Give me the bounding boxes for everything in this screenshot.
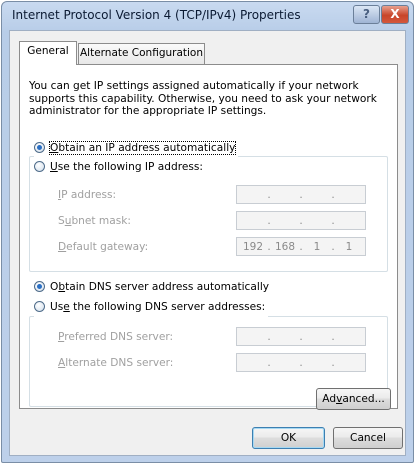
- radio-unselected-icon[interactable]: [34, 301, 45, 312]
- subnet-mask-label: Subnet mask:: [58, 215, 131, 227]
- obtain-dns-auto-radio[interactable]: Obtain DNS server address automatically: [34, 281, 273, 297]
- radio-selected-icon[interactable]: [34, 281, 45, 292]
- cancel-button[interactable]: Cancel: [333, 427, 403, 449]
- default-gateway-input[interactable]: 192. 168. 1. 1: [236, 237, 366, 256]
- dialog-content: General Alternate Configuration You can …: [9, 30, 406, 456]
- preferred-dns-label: Preferred DNS server:: [58, 331, 174, 343]
- general-panel: You can get IP settings assigned automat…: [19, 64, 398, 410]
- title-bar[interactable]: Internet Protocol Version 4 (TCP/IPv4) P…: [2, 2, 413, 30]
- close-button[interactable]: X: [381, 5, 409, 24]
- ok-button[interactable]: OK: [252, 427, 325, 449]
- advanced-button[interactable]: Advanced...: [316, 388, 391, 410]
- radio-unselected-icon[interactable]: [34, 161, 45, 172]
- radio-selected-icon[interactable]: [34, 142, 45, 153]
- subnet-mask-input[interactable]: ...: [236, 211, 366, 230]
- tab-general[interactable]: General: [19, 41, 77, 65]
- obtain-ip-auto-radio[interactable]: Obtain an IP address automatically: [34, 141, 239, 158]
- window-title: Internet Protocol Version 4 (TCP/IPv4) P…: [12, 8, 301, 22]
- tab-alternate-configuration[interactable]: Alternate Configuration: [78, 43, 205, 64]
- preferred-dns-input[interactable]: ...: [236, 327, 366, 346]
- alternate-dns-input[interactable]: ...: [236, 353, 366, 372]
- ip-address-label: IP address:: [58, 189, 117, 201]
- use-following-ip-radio[interactable]: Use the following IP address:: [34, 161, 206, 177]
- description-text: You can get IP settings assigned automat…: [29, 80, 377, 117]
- use-following-dns-radio[interactable]: Use the following DNS server addresses:: [34, 301, 269, 317]
- default-gateway-label: Default gateway:: [58, 241, 149, 253]
- help-button[interactable]: ?: [353, 5, 380, 24]
- dialog-window: Internet Protocol Version 4 (TCP/IPv4) P…: [1, 1, 414, 463]
- ip-address-input[interactable]: ...: [236, 185, 366, 204]
- alternate-dns-label: Alternate DNS server:: [58, 357, 174, 369]
